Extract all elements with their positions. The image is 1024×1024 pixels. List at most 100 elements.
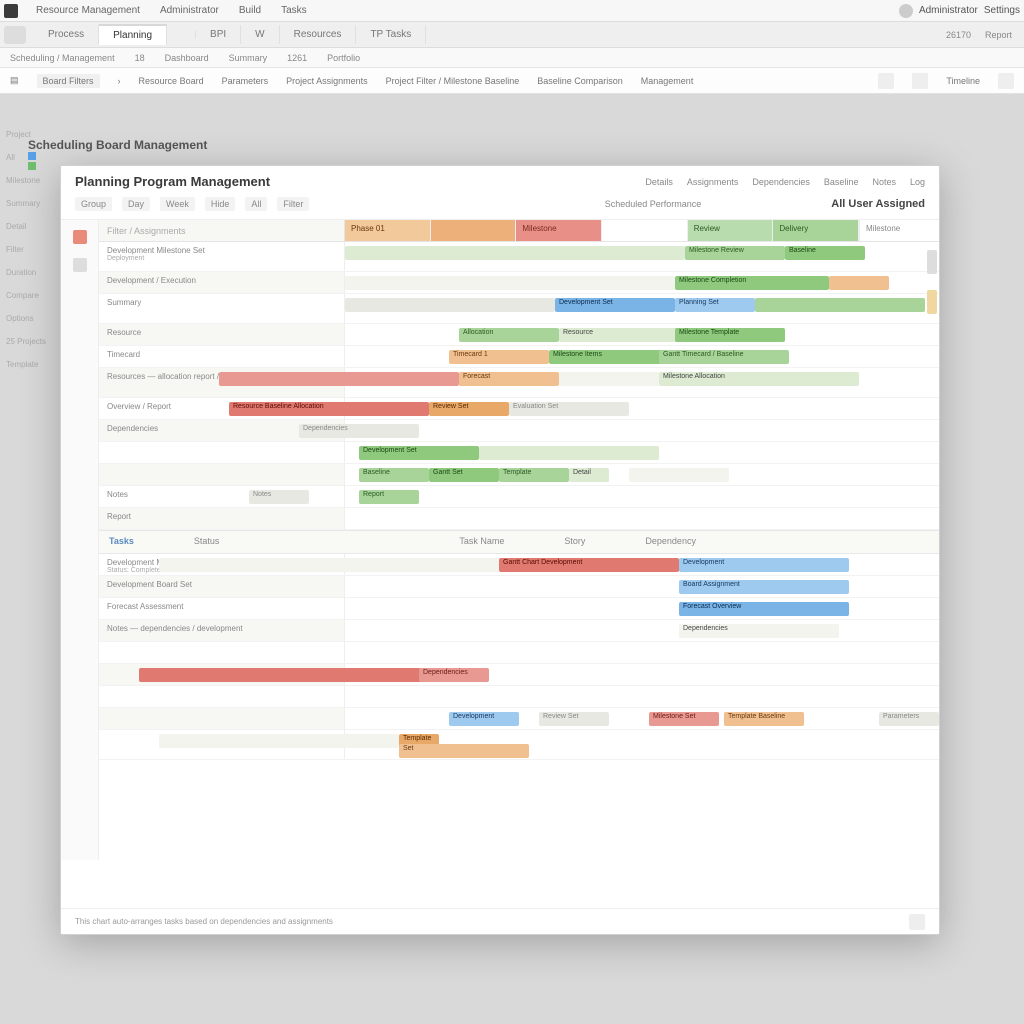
task-bar[interactable]: Set: [399, 744, 529, 758]
gantt-bar[interactable]: Report: [359, 490, 419, 504]
timeline-col-1: [431, 220, 517, 241]
gantt-bar[interactable]: [559, 372, 659, 386]
menubar: Resource Management Administrator Build …: [0, 0, 1024, 22]
timeline-search-input[interactable]: Filter / Assignments: [99, 220, 345, 241]
task-bar[interactable]: Development: [679, 558, 849, 572]
toolbar-item-2[interactable]: Parameters: [222, 76, 269, 86]
gantt-bar[interactable]: Milestone Template: [675, 328, 785, 342]
gantt-bar[interactable]: Gantt Timecard / Baseline: [659, 350, 789, 364]
gutter-user-icon[interactable]: [73, 258, 87, 272]
gantt-bar[interactable]: Notes: [249, 490, 309, 504]
gantt-row: BaselineGantt SetTemplateDetail: [99, 464, 939, 486]
back-button[interactable]: [4, 26, 26, 44]
gantt-bar[interactable]: Development Set: [359, 446, 479, 460]
gantt-bar[interactable]: Allocation: [459, 328, 559, 342]
ctl-group[interactable]: Group: [75, 197, 112, 211]
gantt-bar[interactable]: Development Set: [555, 298, 675, 312]
subnav-0[interactable]: Details: [645, 177, 673, 187]
tab-right-1[interactable]: Report: [985, 30, 1012, 40]
subnav-2[interactable]: Dependencies: [752, 177, 810, 187]
menubar-item-1[interactable]: Build: [229, 5, 271, 16]
tab-process[interactable]: Process: [34, 25, 99, 44]
ctl-day[interactable]: Day: [122, 197, 150, 211]
task-bar[interactable]: Milestone Set: [649, 712, 719, 726]
gantt-bar[interactable]: Dependencies: [299, 424, 419, 438]
ctl-hide[interactable]: Hide: [205, 197, 236, 211]
task-bar[interactable]: [139, 668, 439, 682]
gantt-bar[interactable]: Milestone Items: [549, 350, 669, 364]
gantt-bar[interactable]: [345, 246, 685, 260]
subnav-3[interactable]: Baseline: [824, 177, 859, 187]
gantt-bar[interactable]: Evaluation Set: [509, 402, 629, 416]
menubar-app-name[interactable]: Resource Management: [26, 5, 150, 16]
crumb-5[interactable]: Portfolio: [327, 53, 360, 63]
gantt-bar[interactable]: Milestone Completion: [675, 276, 829, 290]
gantt-bar[interactable]: Milestone Allocation: [659, 372, 859, 386]
tab-right-0: 26170: [946, 30, 971, 40]
task-bar[interactable]: Forecast Overview: [679, 602, 849, 616]
user-menu[interactable]: Administrator Settings: [899, 4, 1020, 18]
toolbar-item-1[interactable]: Resource Board: [139, 76, 204, 86]
footer-expand-icon[interactable]: [909, 914, 925, 930]
crumb-3[interactable]: Summary: [229, 53, 268, 63]
task-bar[interactable]: Development: [449, 712, 519, 726]
toolbar-item-3[interactable]: Project Assignments: [286, 76, 368, 86]
task-bar[interactable]: Dependencies: [679, 624, 839, 638]
timeline-grid[interactable]: Filter / AssignmentsPhase 01MilestoneRev…: [99, 220, 939, 860]
toolbar-view[interactable]: Timeline: [946, 76, 980, 86]
ctl-filter[interactable]: Filter: [277, 197, 309, 211]
gantt-bar[interactable]: Detail: [569, 468, 609, 482]
gantt-bar[interactable]: Timecard 1: [449, 350, 549, 364]
menubar-item-0[interactable]: Administrator: [150, 5, 229, 16]
breadcrumb: Scheduling / Management 18 Dashboard Sum…: [0, 48, 1024, 68]
gantt-bar[interactable]: [829, 276, 889, 290]
gantt-bar[interactable]: Baseline: [359, 468, 429, 482]
tab-w[interactable]: W: [241, 25, 279, 44]
task-bar[interactable]: [159, 734, 399, 748]
task-bar[interactable]: Review Set: [539, 712, 609, 726]
task-bar[interactable]: Board Assignment: [679, 580, 849, 594]
ctl-all[interactable]: All: [245, 197, 267, 211]
crumb-0[interactable]: Scheduling / Management: [10, 53, 115, 63]
gantt-bar[interactable]: [345, 298, 555, 312]
task-bar[interactable]: Gantt Chart Development: [499, 558, 679, 572]
toolbar-item-0[interactable]: Board Filters: [37, 74, 100, 88]
toolbar-expand-icon[interactable]: [998, 73, 1014, 89]
scrollbar-handle[interactable]: [927, 250, 937, 274]
toolbar-item-5[interactable]: Baseline Comparison: [537, 76, 623, 86]
toolbar-item-4[interactable]: Project Filter / Milestone Baseline: [386, 76, 520, 86]
timeline-col-4: Review: [688, 220, 774, 241]
task-bar[interactable]: [159, 558, 499, 572]
ctl-week[interactable]: Week: [160, 197, 195, 211]
tab-planning[interactable]: Planning: [99, 24, 167, 45]
task-bar[interactable]: Dependencies: [419, 668, 489, 682]
gantt-bar[interactable]: [479, 446, 659, 460]
toolbar-grid-icon[interactable]: [878, 73, 894, 89]
crumb-2[interactable]: Dashboard: [165, 53, 209, 63]
tab-2[interactable]: [167, 31, 196, 39]
task-bar[interactable]: Parameters: [879, 712, 939, 726]
gantt-bar[interactable]: Template: [499, 468, 569, 482]
gantt-bar[interactable]: Gantt Set: [429, 468, 499, 482]
gantt-bar[interactable]: [219, 372, 459, 386]
gantt-bar[interactable]: Review Set: [429, 402, 509, 416]
gantt-bar[interactable]: [345, 276, 675, 290]
tab-bpi[interactable]: BPI: [196, 25, 241, 44]
gantt-bar[interactable]: Baseline: [785, 246, 865, 260]
tab-resources[interactable]: Resources: [280, 25, 357, 44]
gantt-bar[interactable]: Milestone Review: [685, 246, 785, 260]
toolbar-item-6[interactable]: Management: [641, 76, 694, 86]
menubar-item-2[interactable]: Tasks: [271, 5, 317, 16]
gantt-bar[interactable]: Planning Set: [675, 298, 755, 312]
gantt-bar[interactable]: Resource Baseline Allocation: [229, 402, 429, 416]
subnav-1[interactable]: Assignments: [687, 177, 739, 187]
subnav-4[interactable]: Notes: [872, 177, 896, 187]
toolbar-list-icon[interactable]: [912, 73, 928, 89]
gantt-bar[interactable]: [629, 468, 729, 482]
subnav-5[interactable]: Log: [910, 177, 925, 187]
gantt-bar[interactable]: [755, 298, 925, 312]
gantt-row: ResourceAllocationResourceMilestone Temp…: [99, 324, 939, 346]
gantt-bar[interactable]: Forecast: [459, 372, 559, 386]
tab-tptasks[interactable]: TP Tasks: [356, 25, 426, 44]
task-bar[interactable]: Template Baseline: [724, 712, 804, 726]
